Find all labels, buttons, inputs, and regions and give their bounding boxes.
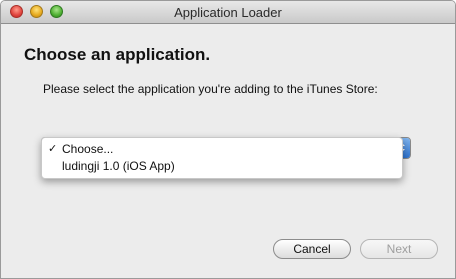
next-button[interactable]: Next — [360, 239, 438, 259]
cancel-button[interactable]: Cancel — [273, 239, 351, 259]
menu-item-choose[interactable]: ✓ Choose... — [42, 141, 402, 158]
menu-item-ludingji[interactable]: ludingji 1.0 (iOS App) — [42, 158, 402, 175]
checkmark-icon: ✓ — [48, 143, 58, 155]
instruction-text: Please select the application you're add… — [43, 82, 378, 96]
page-heading: Choose an application. — [24, 45, 211, 64]
title-bar: Application Loader — [1, 1, 455, 24]
application-menu: ✓ Choose... ludingji 1.0 (iOS App) — [41, 137, 403, 179]
application-loader-window: Application Loader Choose an application… — [0, 0, 456, 279]
window-title: Application Loader — [174, 5, 282, 20]
menu-item-label: Choose... — [62, 142, 114, 156]
menu-item-label: ludingji 1.0 (iOS App) — [62, 159, 175, 173]
